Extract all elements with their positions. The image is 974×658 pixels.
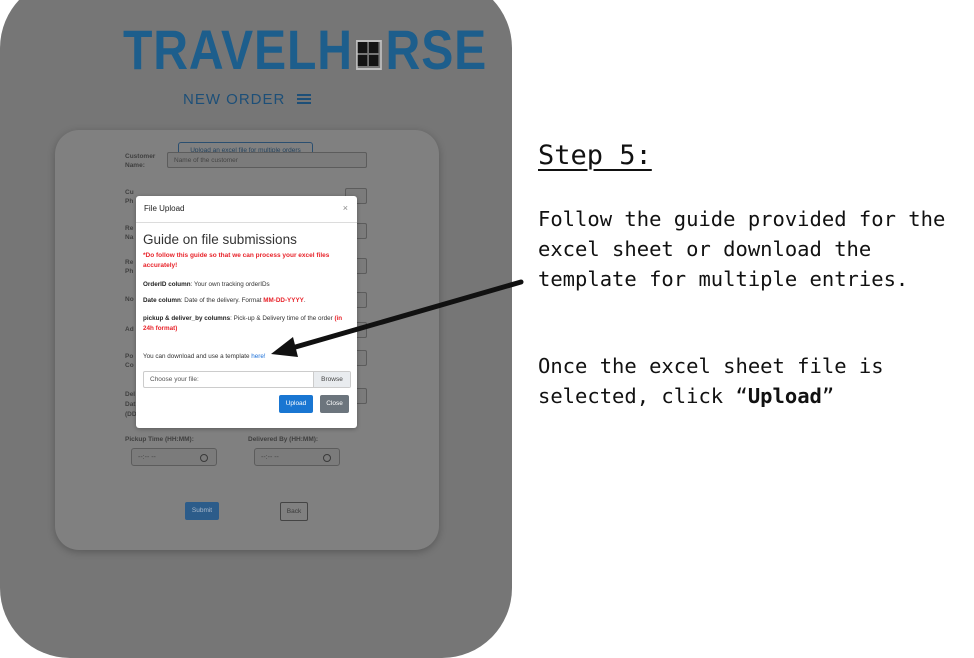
upload-keyword: Upload xyxy=(747,384,822,408)
instruction-paragraph-1: Follow the guide provided for the excel … xyxy=(538,207,946,291)
open-quote: “ xyxy=(735,384,748,408)
pointer-arrow xyxy=(271,279,524,357)
step-title: Step 5: xyxy=(538,140,652,171)
instruction-paragraph-2: Once the excel sheet file is selected, c… xyxy=(538,351,968,411)
close-quote: ” xyxy=(821,384,835,408)
